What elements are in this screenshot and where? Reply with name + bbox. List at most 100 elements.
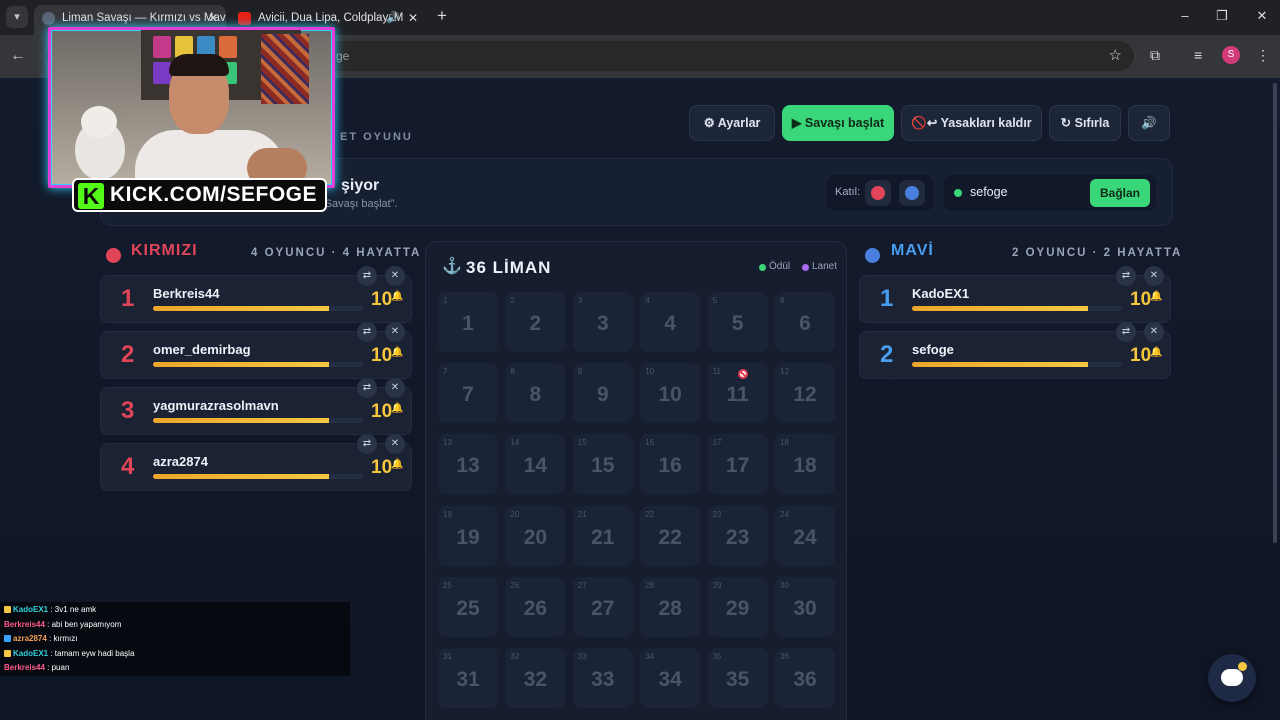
chat-help-button[interactable] bbox=[1208, 654, 1256, 702]
port-cell[interactable]: 28 28 bbox=[640, 576, 701, 637]
player-card[interactable]: 4 azra2874 10 🔔 ⇄ ✕ bbox=[100, 434, 412, 491]
player-health-bar bbox=[153, 474, 363, 479]
port-cell[interactable]: 23 23 bbox=[707, 505, 768, 566]
start-battle-button[interactable]: ▶ Savaşı başlat bbox=[782, 105, 894, 141]
swap-team-icon[interactable]: ⇄ bbox=[357, 434, 377, 454]
bell-icon: 🔔 bbox=[391, 459, 404, 470]
player-health-bar bbox=[153, 306, 363, 311]
port-cell[interactable]: 26 26 bbox=[505, 576, 566, 637]
page-scrollbar[interactable] bbox=[1273, 83, 1277, 543]
join-red-button[interactable] bbox=[865, 180, 891, 206]
audio-playing-icon[interactable]: 🔊 bbox=[386, 5, 400, 31]
port-cell[interactable]: 34 34 bbox=[640, 648, 701, 708]
chat-message: azra2874 : kırmızı bbox=[4, 634, 77, 643]
port-cell[interactable]: 22 bbox=[505, 292, 566, 352]
port-cell[interactable]: 13 13 bbox=[438, 434, 498, 495]
join-blue-button[interactable] bbox=[899, 180, 925, 206]
status-message: “Savaşı başlat”. bbox=[321, 198, 398, 210]
remove-player-icon[interactable]: ✕ bbox=[385, 322, 405, 342]
tab-search-button[interactable]: ▾ bbox=[6, 6, 28, 28]
port-cell-number: 1 bbox=[462, 312, 474, 335]
browser-menu-icon[interactable]: ⋮ bbox=[1256, 47, 1270, 64]
port-cell[interactable]: 16 16 bbox=[640, 434, 701, 495]
port-cell[interactable]: 32 32 bbox=[505, 648, 566, 708]
port-cell[interactable]: 10 10 bbox=[640, 363, 701, 424]
port-cell[interactable]: 29 29 bbox=[707, 576, 768, 637]
swap-team-icon[interactable]: ⇄ bbox=[357, 266, 377, 286]
chat-badge-icon bbox=[4, 649, 11, 657]
minimize-button[interactable]: – bbox=[1175, 8, 1195, 23]
player-card[interactable]: 1 KadoEX1 10 🔔 ⇄ ✕ bbox=[859, 266, 1171, 323]
port-cell[interactable]: 31 31 bbox=[438, 648, 498, 708]
port-cell[interactable]: 14 14 bbox=[505, 434, 566, 495]
swap-team-icon[interactable]: ⇄ bbox=[357, 322, 377, 342]
port-cell-index: 5 bbox=[712, 296, 718, 305]
port-cell[interactable]: 25 25 bbox=[438, 576, 498, 637]
player-health-bar bbox=[153, 418, 363, 423]
port-cell[interactable]: 24 24 bbox=[775, 505, 835, 566]
port-cell[interactable]: 99 bbox=[572, 363, 633, 424]
port-cell[interactable]: 35 35 bbox=[707, 648, 768, 708]
port-cell[interactable]: 12 12 bbox=[775, 363, 835, 424]
port-cell[interactable]: 17 17 bbox=[707, 434, 768, 495]
port-cell[interactable]: 11 11 bbox=[707, 363, 768, 424]
port-cell[interactable]: 19 19 bbox=[438, 505, 498, 566]
port-cell[interactable]: 88 bbox=[505, 363, 566, 424]
port-cell-number: 21 bbox=[591, 525, 615, 549]
swap-team-icon[interactable]: ⇄ bbox=[1116, 322, 1136, 342]
player-card[interactable]: 1 Berkreis44 10 🔔 ⇄ ✕ bbox=[100, 266, 412, 323]
profile-avatar[interactable]: S bbox=[1222, 46, 1240, 64]
bell-icon: 🔔 bbox=[1150, 347, 1163, 358]
port-cell-number: 3 bbox=[596, 312, 609, 335]
reset-button[interactable]: ↻ Sıfırla bbox=[1049, 105, 1121, 141]
port-cell[interactable]: 55 bbox=[707, 292, 768, 352]
port-cell[interactable]: 11 bbox=[438, 292, 498, 352]
port-cell[interactable]: 15 15 bbox=[572, 434, 633, 495]
port-cell[interactable]: 20 20 bbox=[505, 505, 566, 566]
new-tab-button[interactable]: + bbox=[432, 6, 452, 26]
port-cell-number: 30 bbox=[793, 596, 817, 620]
port-cell-index: 10 bbox=[645, 367, 655, 377]
restore-button[interactable]: ❐ bbox=[1212, 8, 1232, 24]
remove-bans-button[interactable]: 🚫↩ Yasakları kaldır bbox=[901, 105, 1042, 141]
extensions-icon[interactable]: ⧉ bbox=[1150, 47, 1160, 64]
port-cell[interactable]: 33 bbox=[572, 292, 633, 352]
port-cell[interactable]: 77 bbox=[438, 363, 498, 424]
port-cell[interactable]: 27 27 bbox=[572, 576, 633, 637]
port-cell[interactable]: 30 30 bbox=[775, 576, 835, 637]
settings-button[interactable]: ⚙ Ayarlar bbox=[689, 105, 775, 141]
close-tab-icon[interactable]: ✕ bbox=[408, 5, 418, 31]
port-cell[interactable]: 36 36 bbox=[775, 648, 835, 708]
back-arrow-icon[interactable]: ← bbox=[10, 47, 26, 65]
player-card[interactable]: 3 yagmurazrasolmavn 10 🔔 ⇄ ✕ bbox=[100, 378, 412, 435]
swap-team-icon[interactable]: ⇄ bbox=[357, 378, 377, 398]
media-control-icon[interactable]: ≡ bbox=[1194, 47, 1202, 63]
port-cell[interactable]: 21 21 bbox=[572, 505, 633, 566]
channel-input[interactable]: sefoge bbox=[970, 185, 1008, 199]
connect-button[interactable]: Bağlan bbox=[1090, 179, 1150, 207]
player-card[interactable]: 2 omer_demirbag 10 🔔 ⇄ ✕ bbox=[100, 322, 412, 379]
bookmark-star-icon[interactable]: ☆ bbox=[1109, 46, 1122, 64]
port-cell-index: 16 bbox=[645, 438, 655, 448]
chat-text: : abi ben yapamıyom bbox=[44, 619, 122, 629]
player-card[interactable]: 2 sefoge 10 🔔 ⇄ ✕ bbox=[859, 322, 1171, 379]
port-cell[interactable]: 33 33 bbox=[572, 648, 633, 708]
port-cell[interactable]: 22 22 bbox=[640, 505, 701, 566]
chat-bubble-icon bbox=[1221, 669, 1243, 686]
remove-player-icon[interactable]: ✕ bbox=[385, 378, 405, 398]
port-cell[interactable]: 18 18 bbox=[775, 434, 835, 495]
swap-team-icon[interactable]: ⇄ bbox=[1116, 266, 1136, 286]
remove-player-icon[interactable]: ✕ bbox=[385, 434, 405, 454]
sound-button[interactable]: 🔊 bbox=[1128, 105, 1170, 141]
remove-player-icon[interactable]: ✕ bbox=[1144, 322, 1164, 342]
port-cell-number: 13 bbox=[456, 454, 480, 478]
remove-player-icon[interactable]: ✕ bbox=[385, 266, 405, 286]
port-cell[interactable]: 44 bbox=[640, 292, 701, 352]
webcam-teddy-head bbox=[81, 106, 117, 138]
remove-player-icon[interactable]: ✕ bbox=[1144, 266, 1164, 286]
close-window-button[interactable]: ✕ bbox=[1252, 8, 1272, 24]
port-cell-index: 29 bbox=[712, 580, 722, 590]
port-cell[interactable]: 66 bbox=[775, 292, 835, 352]
port-cell-number: 20 bbox=[523, 525, 548, 549]
webcam-overlay bbox=[48, 27, 335, 188]
